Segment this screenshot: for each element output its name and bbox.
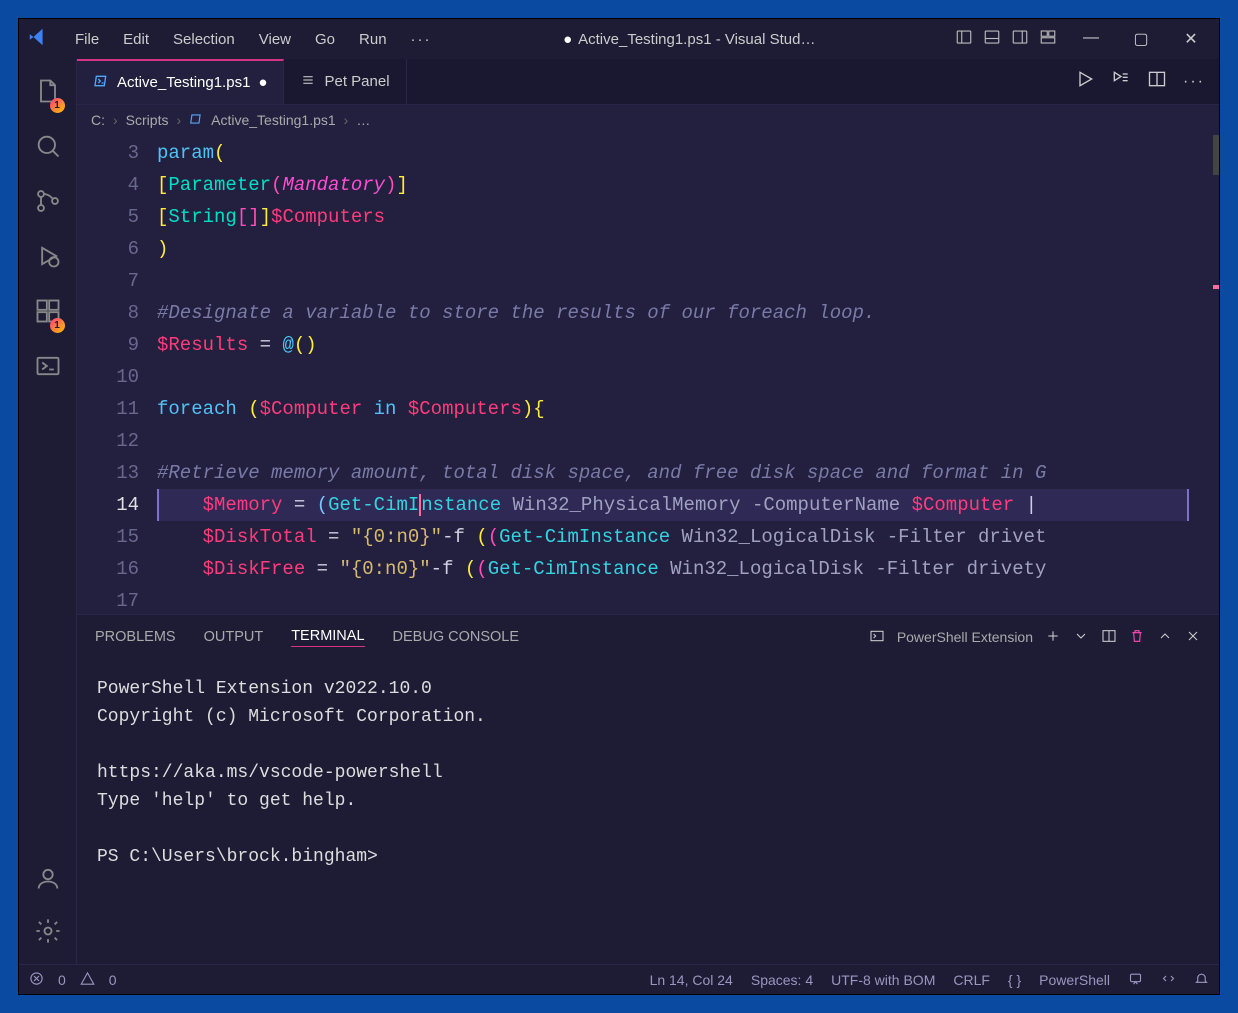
bell-icon[interactable] (1194, 971, 1209, 989)
encoding-status[interactable]: UTF-8 with BOM (831, 972, 935, 988)
new-terminal-icon[interactable] (1045, 628, 1061, 647)
powershell-file-icon (93, 73, 109, 93)
eol-status[interactable]: CRLF (953, 972, 990, 988)
panel-tab-debug[interactable]: DEBUG CONSOLE (393, 629, 520, 645)
breadcrumb-tail: … (356, 112, 370, 128)
toggle-panel-left-icon[interactable] (955, 28, 973, 50)
close-button[interactable]: ✕ (1181, 29, 1201, 49)
kill-terminal-icon[interactable] (1129, 628, 1145, 647)
chevron-right-icon: › (344, 112, 349, 128)
line-gutter: 34567891011121314151617 (77, 135, 157, 614)
editor-tabs: Active_Testing1.ps1 ● Pet Panel ··· (77, 59, 1219, 105)
minimap[interactable] (1189, 135, 1219, 614)
search-icon[interactable] (34, 132, 62, 165)
menu-view[interactable]: View (247, 27, 303, 52)
terminal-profile-icon (869, 628, 885, 647)
tab-label: Active_Testing1.ps1 (117, 74, 250, 91)
toggle-panel-bottom-icon[interactable] (983, 28, 1001, 50)
account-icon[interactable] (34, 864, 62, 897)
window-title: Active_Testing1.ps1 - Visual Stud… (448, 31, 931, 48)
error-count-icon[interactable] (29, 971, 44, 989)
code-content[interactable]: param([Parameter(Mandatory)][String[]]$C… (157, 135, 1189, 614)
vscode-logo-icon (27, 26, 49, 52)
window-controls: — ▢ ✕ (1081, 29, 1201, 49)
chevron-right-icon: › (176, 112, 181, 128)
menu-edit[interactable]: Edit (111, 27, 161, 52)
tab-active-testing[interactable]: Active_Testing1.ps1 ● (77, 59, 284, 104)
powershell-file-icon (189, 112, 203, 129)
layout-controls (955, 28, 1057, 50)
chevron-up-icon[interactable] (1157, 628, 1173, 647)
code-editor[interactable]: 34567891011121314151617 param([Parameter… (77, 135, 1219, 614)
explorer-icon[interactable] (34, 77, 62, 110)
breadcrumb-folder: Scripts (126, 112, 169, 128)
menu-bar: File Edit Selection View Go Run ··· (63, 27, 444, 52)
modified-indicator-icon: ● (258, 74, 267, 91)
source-control-icon[interactable] (34, 187, 62, 220)
menu-selection[interactable]: Selection (161, 27, 247, 52)
activity-bar (19, 59, 77, 964)
split-editor-icon[interactable] (1147, 69, 1167, 94)
titlebar: File Edit Selection View Go Run ··· Acti… (19, 19, 1219, 59)
warning-count-icon[interactable] (80, 971, 95, 989)
maximize-button[interactable]: ▢ (1131, 29, 1151, 49)
menu-file[interactable]: File (63, 27, 111, 52)
customize-layout-icon[interactable] (1039, 28, 1057, 50)
chevron-right-icon: › (113, 112, 118, 128)
run-icon[interactable] (1075, 69, 1095, 94)
chevron-down-icon[interactable] (1073, 628, 1089, 647)
status-bar: 0 0 Ln 14, Col 24 Spaces: 4 UTF-8 with B… (19, 964, 1219, 994)
error-count[interactable]: 0 (58, 972, 66, 988)
list-icon (300, 72, 316, 92)
run-selection-icon[interactable] (1111, 69, 1131, 94)
panel-tab-output[interactable]: OUTPUT (204, 629, 264, 645)
cursor-position[interactable]: Ln 14, Col 24 (650, 972, 733, 988)
panel-tab-terminal[interactable]: TERMINAL (291, 628, 364, 647)
braces-icon: { } (1008, 972, 1021, 988)
indent-status[interactable]: Spaces: 4 (751, 972, 813, 988)
tab-pet-panel[interactable]: Pet Panel (284, 59, 406, 104)
warning-count[interactable]: 0 (109, 972, 117, 988)
breadcrumb-file: Active_Testing1.ps1 (211, 112, 336, 128)
more-actions-icon[interactable]: ··· (1183, 73, 1205, 91)
breadcrumb-drive: C: (91, 112, 105, 128)
language-mode[interactable]: PowerShell (1039, 972, 1110, 988)
vscode-window: File Edit Selection View Go Run ··· Acti… (18, 18, 1220, 995)
settings-gear-icon[interactable] (34, 917, 62, 950)
menu-run[interactable]: Run (347, 27, 399, 52)
extensions-icon[interactable] (34, 297, 62, 330)
bottom-panel: PROBLEMS OUTPUT TERMINAL DEBUG CONSOLE P… (77, 614, 1219, 964)
feedback-icon[interactable] (1128, 971, 1143, 989)
panel-tab-problems[interactable]: PROBLEMS (95, 629, 176, 645)
menu-overflow[interactable]: ··· (399, 27, 444, 52)
toggle-panel-right-icon[interactable] (1011, 28, 1029, 50)
split-terminal-icon[interactable] (1101, 628, 1117, 647)
terminal-content[interactable]: PowerShell Extension v2022.10.0 Copyrigh… (77, 659, 1219, 964)
powershell-icon[interactable] (34, 352, 62, 385)
menu-go[interactable]: Go (303, 27, 347, 52)
tab-label: Pet Panel (324, 73, 389, 90)
terminal-dropdown[interactable]: PowerShell Extension (897, 629, 1033, 645)
debug-icon[interactable] (34, 242, 62, 275)
breadcrumb[interactable]: C: › Scripts › Active_Testing1.ps1 › … (77, 105, 1219, 135)
remote-icon[interactable] (1161, 971, 1176, 989)
panel-tabs: PROBLEMS OUTPUT TERMINAL DEBUG CONSOLE P… (77, 615, 1219, 659)
close-panel-icon[interactable] (1185, 628, 1201, 647)
minimize-button[interactable]: — (1081, 29, 1101, 49)
